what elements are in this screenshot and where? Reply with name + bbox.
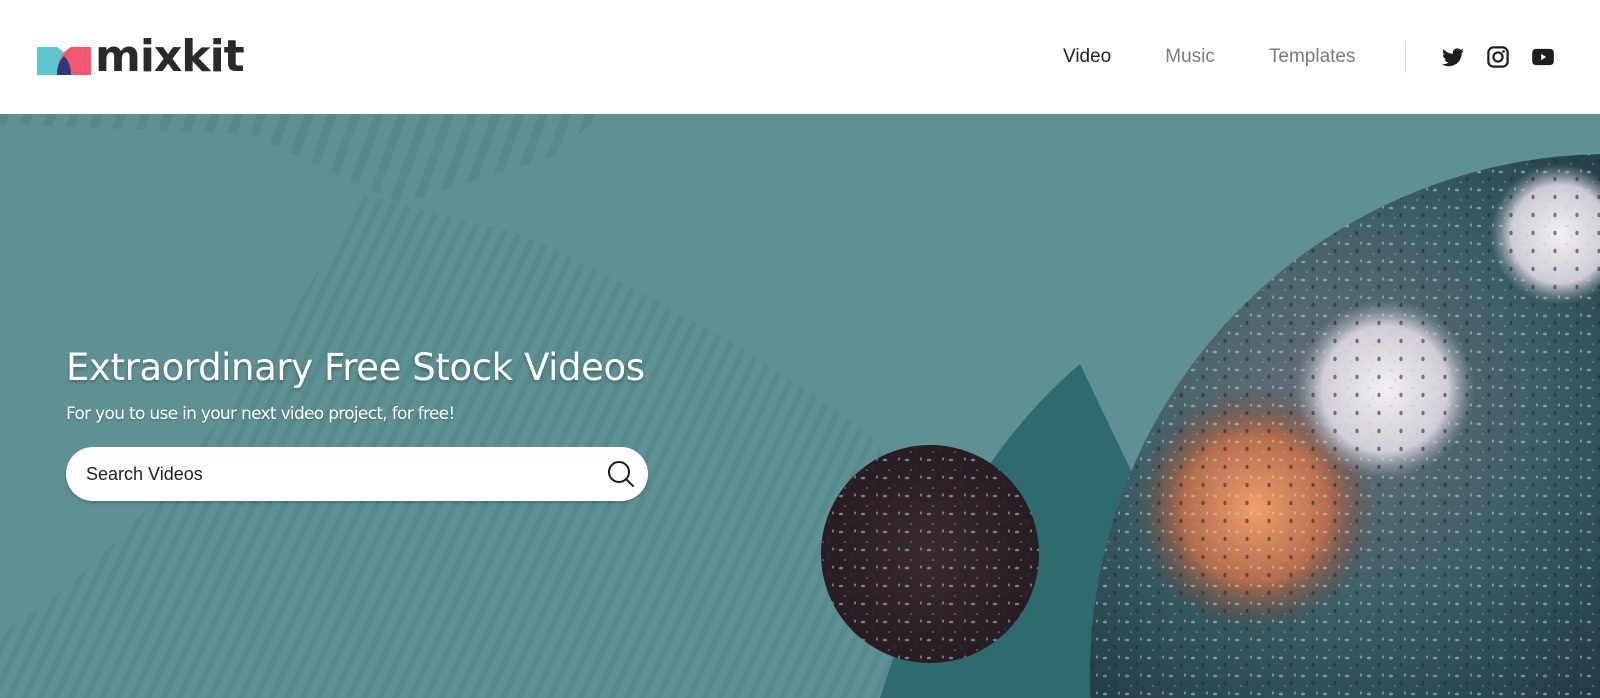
twitter-icon[interactable] [1441, 45, 1465, 69]
main-nav: Video Music Templates [1063, 46, 1410, 68]
hero-title: Extraordinary Free Stock Videos [66, 346, 645, 389]
logo-text: mixkit [95, 31, 245, 82]
search-icon[interactable] [606, 459, 636, 489]
instagram-icon[interactable] [1486, 45, 1510, 69]
search-input[interactable] [86, 463, 566, 485]
social-links [1441, 45, 1576, 69]
nav-divider [1405, 41, 1406, 73]
search-form [66, 447, 648, 501]
hero-subtitle: For you to use in your next video projec… [66, 404, 455, 424]
hero-section: Extraordinary Free Stock Videos For you … [0, 114, 1600, 698]
logo-link[interactable]: mixkit [37, 31, 245, 84]
nav-video[interactable]: Video [1063, 46, 1111, 68]
nav-music[interactable]: Music [1165, 46, 1215, 68]
youtube-icon[interactable] [1531, 45, 1555, 69]
mixkit-logo-mark-icon [37, 45, 91, 75]
nav-templates[interactable]: Templates [1269, 46, 1356, 68]
site-header: mixkit Video Music Templates [0, 0, 1600, 114]
